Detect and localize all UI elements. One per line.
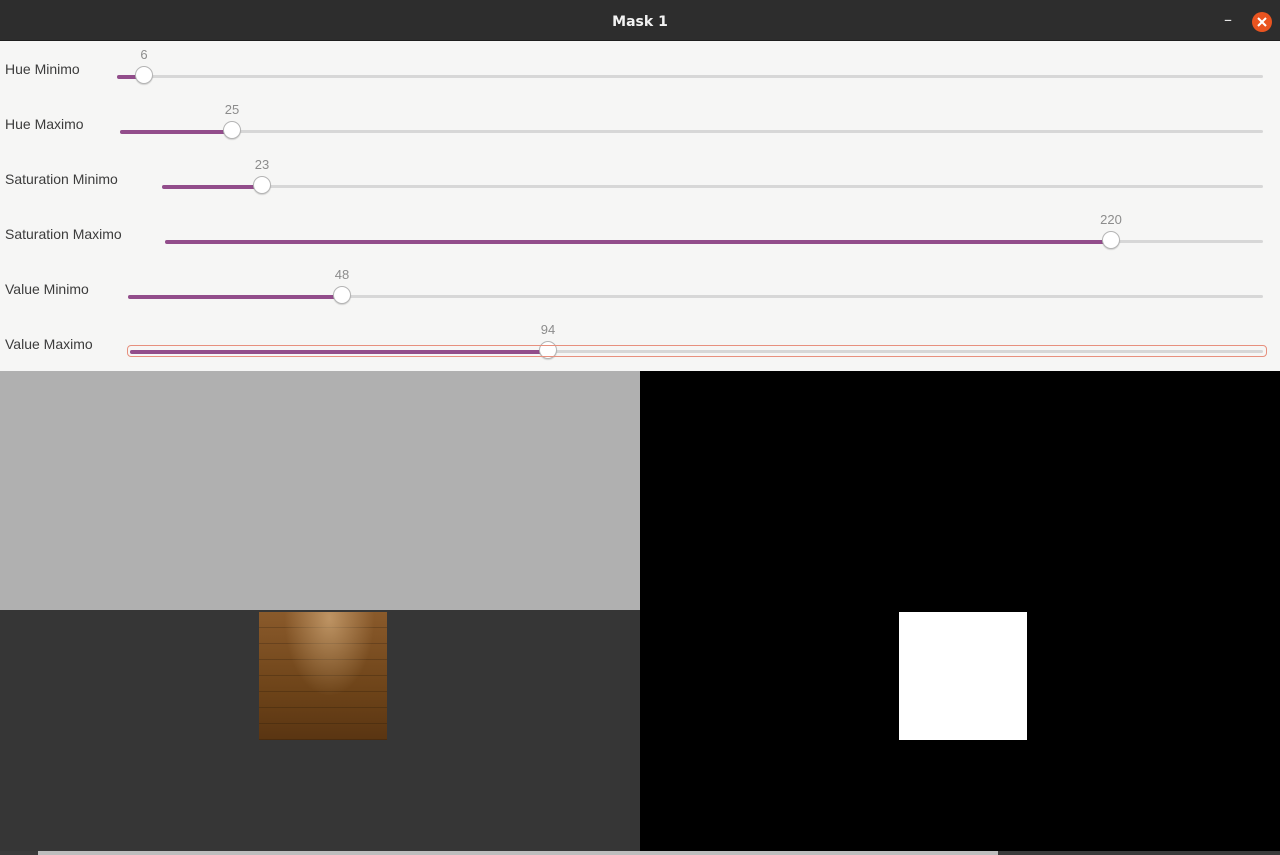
slider-track[interactable] bbox=[120, 130, 1263, 133]
slider-handle[interactable] bbox=[135, 66, 153, 84]
slider-row-saturation-min: Saturation Minimo 23 bbox=[0, 151, 1280, 206]
slider-track[interactable] bbox=[162, 185, 1263, 188]
slider-row-saturation-max: Saturation Maximo 220 bbox=[0, 206, 1280, 261]
slider-fill bbox=[120, 130, 232, 134]
slider-value: 48 bbox=[334, 267, 350, 282]
slider-focus-ring bbox=[127, 345, 1267, 357]
trackbar-panel: Hue Minimo 6 Hue Maximo 25 Saturation Mi… bbox=[0, 41, 1280, 371]
slider-label: Hue Maximo bbox=[5, 116, 84, 132]
slider-value: 94 bbox=[540, 322, 556, 337]
slider-row-hue-min: Hue Minimo 6 bbox=[0, 41, 1280, 96]
slider-handle[interactable] bbox=[253, 176, 271, 194]
slider-value: 6 bbox=[140, 47, 148, 62]
slider-value: 23 bbox=[254, 157, 270, 172]
slider-row-value-min: Value Minimo 48 bbox=[0, 261, 1280, 316]
slider-track[interactable] bbox=[117, 75, 1263, 78]
slider-fill bbox=[162, 185, 262, 189]
minimize-button[interactable]: – bbox=[1218, 10, 1238, 30]
window-title: Mask 1 bbox=[612, 14, 668, 30]
slider-label: Saturation Maximo bbox=[5, 226, 122, 242]
slider-fill bbox=[128, 295, 342, 299]
wood-texture-block bbox=[259, 612, 387, 740]
slider-handle[interactable] bbox=[1102, 231, 1120, 249]
slider-fill bbox=[165, 240, 1111, 244]
slider-label: Value Minimo bbox=[5, 281, 89, 297]
scrollbar-thumb[interactable] bbox=[38, 851, 998, 855]
slider-label: Hue Minimo bbox=[5, 61, 80, 77]
slider-value: 220 bbox=[1100, 212, 1122, 227]
slider-label: Saturation Minimo bbox=[5, 171, 118, 187]
title-bar: Mask 1 – bbox=[0, 0, 1280, 41]
slider-handle[interactable] bbox=[223, 121, 241, 139]
slider-value: 25 bbox=[224, 102, 240, 117]
slider-row-value-max: Value Maximo 94 bbox=[0, 316, 1280, 371]
mask-white-region bbox=[899, 612, 1027, 740]
close-icon bbox=[1257, 17, 1267, 27]
close-button[interactable] bbox=[1252, 12, 1272, 32]
slider-handle[interactable] bbox=[333, 286, 351, 304]
slider-row-hue-max: Hue Maximo 25 bbox=[0, 96, 1280, 151]
mask-image bbox=[640, 371, 1280, 851]
slider-label: Value Maximo bbox=[5, 336, 93, 352]
source-image-background bbox=[0, 371, 640, 610]
